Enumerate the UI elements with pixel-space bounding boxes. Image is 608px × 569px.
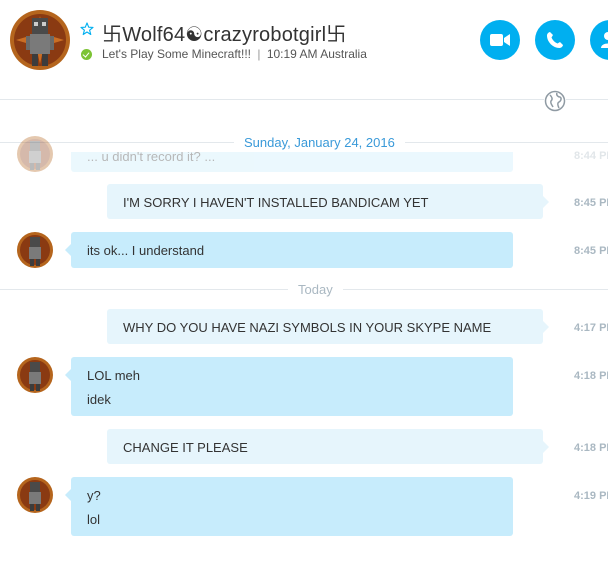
message-time: 8:45 PM	[574, 197, 608, 209]
message-text: I'M SORRY I HAVEN'T INSTALLED BANDICAM Y…	[123, 195, 429, 210]
message-text: y?	[87, 488, 101, 503]
message-bubble[interactable]: LOL meh idek	[65, 357, 513, 416]
message-bubble[interactable]: y? lol	[65, 477, 513, 536]
message-text: CHANGE IT PLEASE	[123, 440, 248, 455]
message-time: 4:19 PM	[574, 490, 608, 502]
add-contact-icon	[601, 32, 608, 48]
message-time: 4:18 PM	[574, 370, 608, 382]
video-call-icon	[490, 34, 510, 46]
globe-icon[interactable]	[544, 90, 566, 112]
message-time: 8:45 PM	[574, 245, 608, 257]
message-time: 8:44 PM	[574, 150, 608, 162]
sender-avatar[interactable]	[17, 477, 53, 513]
local-time: 10:19 AM Australia	[266, 47, 367, 61]
audio-call-button[interactable]	[535, 20, 575, 60]
sender-avatar[interactable]	[17, 232, 53, 268]
message-bubble[interactable]: its ok... I understand	[65, 232, 513, 268]
message-text: ... u didn't record it? ...	[87, 149, 216, 164]
chat-window: 卐Wolf64☯crazyrobotgirl卐 Let's Play Some …	[0, 0, 608, 569]
today-label: Today	[288, 282, 343, 297]
conversation-header: 卐Wolf64☯crazyrobotgirl卐 Let's Play Some …	[0, 0, 608, 100]
message-bubble[interactable]: I'M SORRY I HAVEN'T INSTALLED BANDICAM Y…	[107, 184, 549, 219]
mood-message: Let's Play Some Minecraft!!!	[102, 47, 252, 61]
sender-avatar[interactable]	[17, 136, 53, 172]
audio-call-icon	[547, 32, 563, 48]
online-check-icon	[81, 49, 92, 60]
contact-name: 卐Wolf64☯crazyrobotgirl卐	[102, 24, 347, 46]
contact-avatar[interactable]	[10, 10, 70, 70]
status-line: Let's Play Some Minecraft!!! | 10:19 AM …	[102, 47, 367, 61]
message-time: 4:17 PM	[574, 322, 608, 334]
message-text: WHY DO YOU HAVE NAZI SYMBOLS IN YOUR SKY…	[123, 320, 492, 335]
add-contact-button[interactable]	[590, 20, 608, 60]
video-call-button[interactable]	[480, 20, 520, 60]
message-text: LOL meh	[87, 368, 140, 383]
date-header: Sunday, January 24, 2016	[234, 135, 405, 150]
message-bubble[interactable]: CHANGE IT PLEASE	[107, 429, 549, 464]
message-time: 4:18 PM	[574, 442, 608, 454]
message-text: its ok... I understand	[87, 243, 205, 258]
star-outline-icon[interactable]	[80, 22, 94, 36]
message-text: lol	[87, 512, 101, 527]
message-text: idek	[87, 392, 111, 407]
separator: |	[257, 47, 261, 61]
message-bubble[interactable]: WHY DO YOU HAVE NAZI SYMBOLS IN YOUR SKY…	[107, 309, 549, 344]
sender-avatar[interactable]	[17, 357, 53, 393]
